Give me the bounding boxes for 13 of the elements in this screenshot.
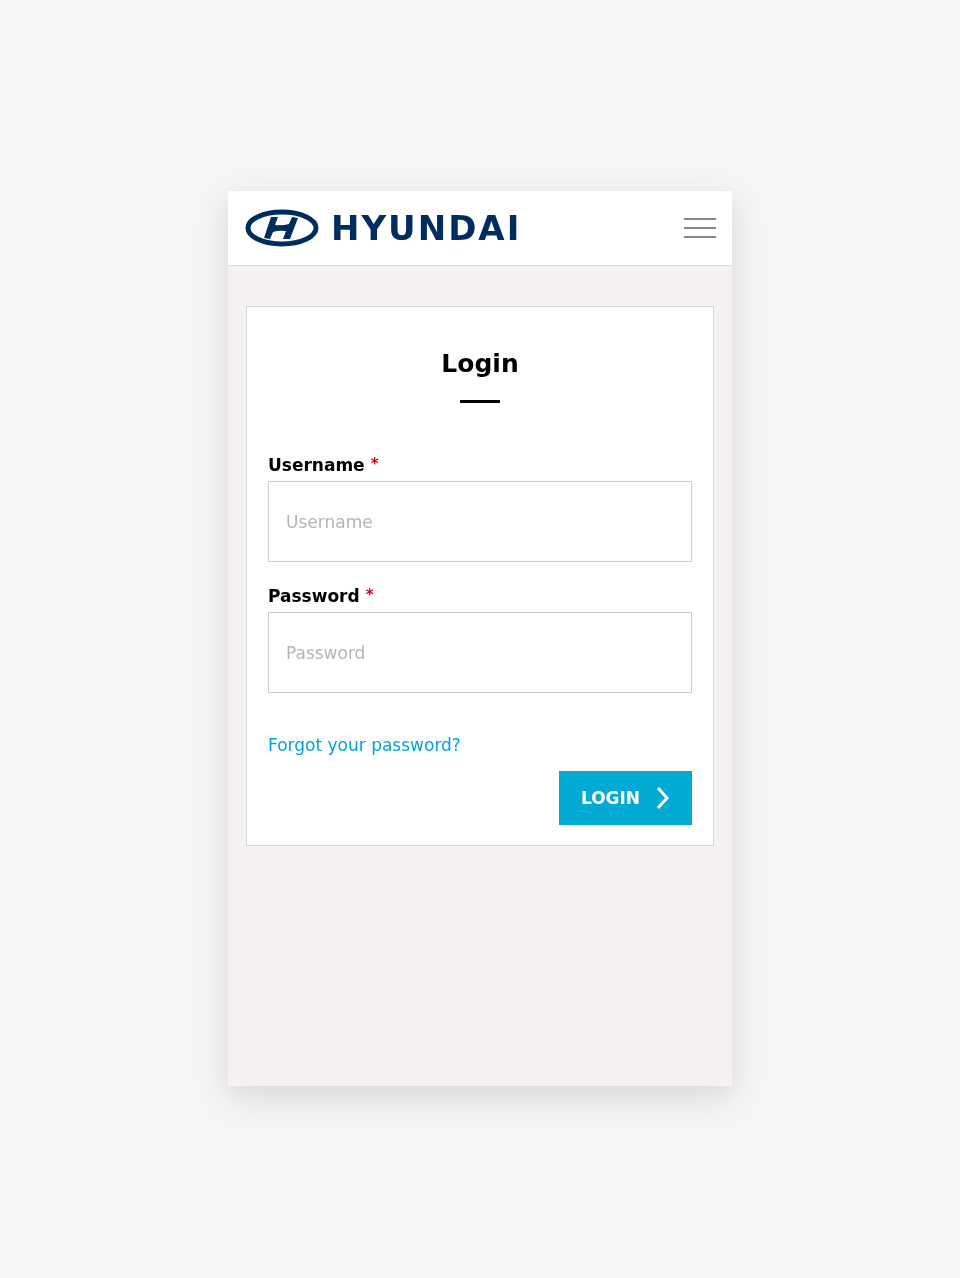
- field-label: Password: [268, 586, 360, 606]
- field-label: Username: [268, 455, 365, 475]
- menu-icon[interactable]: [684, 217, 716, 239]
- brand-logo-text: HYUNDAI: [331, 208, 522, 248]
- required-mark: *: [370, 455, 379, 475]
- logo-icon: [245, 209, 319, 247]
- login-button[interactable]: LOGIN: [559, 771, 692, 825]
- input-field[interactable]: Username: [268, 481, 692, 562]
- login-title: Login: [440, 349, 520, 378]
- input-field[interactable]: Password: [268, 612, 692, 693]
- required-mark: *: [365, 586, 374, 606]
- forgot-password-link[interactable]: Forgot your password?: [268, 735, 461, 755]
- chevron-right-icon: [656, 786, 671, 810]
